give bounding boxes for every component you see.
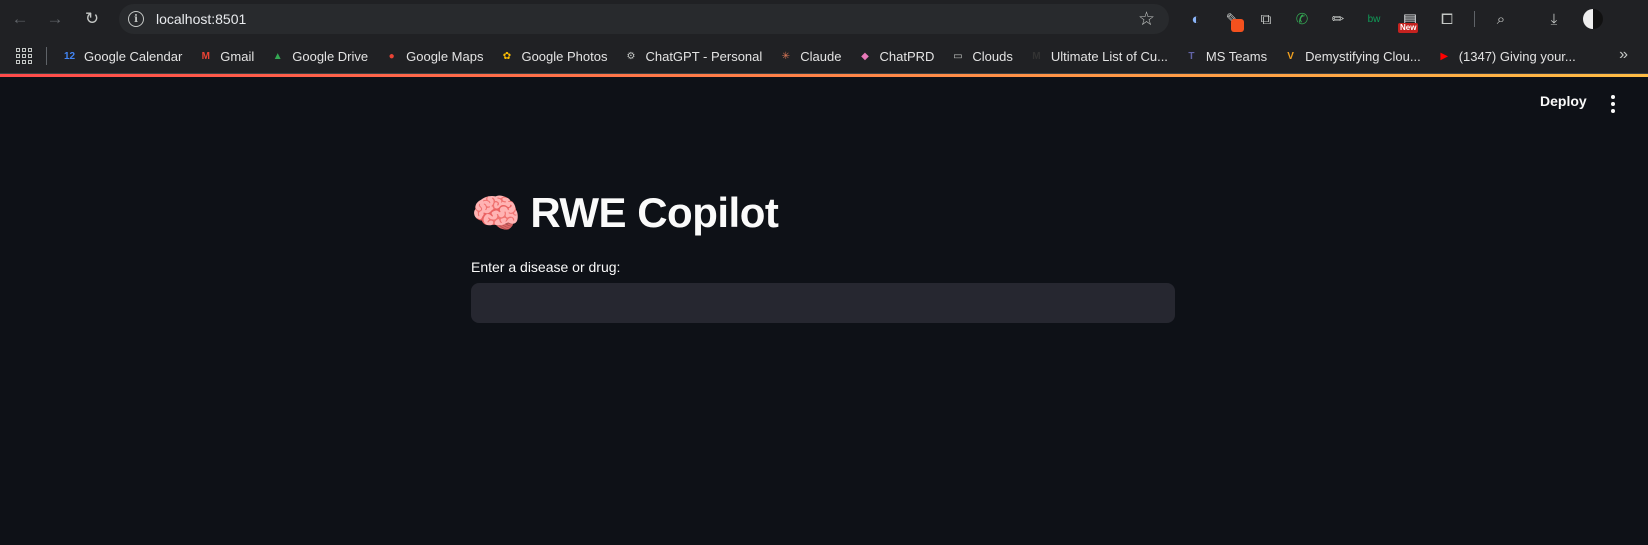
bookmark-item[interactable]: ⚙ ChatGPT - Personal: [623, 49, 762, 64]
gmail-icon: M: [201, 50, 210, 62]
bookmark-item[interactable]: T MS Teams: [1184, 49, 1267, 64]
screenshot-crop-icon[interactable]: ⧉: [1256, 9, 1276, 29]
brain-icon: 🧠: [471, 191, 521, 236]
phone-icon[interactable]: ✆: [1292, 9, 1312, 29]
bookmark-item[interactable]: ▲ Google Drive: [270, 49, 368, 64]
bookmark-item[interactable]: ◆ ChatPRD: [857, 49, 934, 64]
input-label: Enter a disease or drug:: [471, 259, 621, 275]
bookmark-item[interactable]: ▶ (1347) Giving your...: [1437, 48, 1576, 64]
extension-badge-icon: [1231, 19, 1244, 32]
bookmark-label: Gmail: [220, 48, 255, 64]
bookmark-item[interactable]: M Gmail: [198, 48, 255, 64]
bookmark-label: Clouds: [972, 48, 1013, 64]
page-title: 🧠 RWE Copilot: [471, 189, 1177, 237]
photos-icon: ✿: [502, 50, 512, 62]
bookmark-label: ChatPRD: [879, 48, 935, 64]
browser-toolbar: ← → ↻ i localhost:8501 ☆ ◐ ✎ ⧉ ✆ ✏ bw ▤ …: [0, 0, 1648, 38]
bookmark-label: Google Drive: [292, 48, 369, 64]
pencil-icon[interactable]: ✏: [1328, 9, 1348, 29]
disease-drug-input[interactable]: [471, 283, 1175, 323]
back-arrow-icon[interactable]: ←: [5, 4, 35, 34]
bookmarks-list: 12 Google Calendar M Gmail ▲ Google Drive ● Goo…: [62, 38, 1592, 74]
bw-extension-icon[interactable]: bw: [1364, 9, 1384, 29]
more-bookmarks-icon[interactable]: »: [1619, 46, 1628, 64]
chatgpt-icon: ⚙: [626, 50, 636, 62]
bookmark-label: Claude: [800, 48, 842, 64]
streamlit-app: Deploy 🧠 RWE Copilot Enter a disease or …: [0, 77, 1648, 545]
bookmark-item[interactable]: 12 Google Calendar: [62, 49, 182, 64]
tab-search-icon[interactable]: ⌕: [1491, 9, 1511, 29]
bookmarks-bar: 12 Google Calendar M Gmail ▲ Google Drive ● Goo…: [0, 38, 1648, 74]
new-badge: New: [1398, 23, 1419, 33]
reload-icon[interactable]: ↻: [77, 4, 107, 34]
bookmark-label: MS Teams: [1205, 48, 1268, 64]
toolbar-divider: [1474, 11, 1475, 27]
bookmark-star-icon[interactable]: ☆: [1138, 8, 1155, 31]
bookmark-label: Demystifying Clou...: [1305, 48, 1421, 64]
bookmark-item[interactable]: M Ultimate List of Cu...: [1029, 49, 1168, 64]
site-info-icon[interactable]: i: [128, 11, 144, 27]
folder-icon: ▭: [953, 50, 963, 62]
bookmark-item[interactable]: ● Google Maps: [384, 48, 484, 64]
claude-icon: ✳: [781, 50, 790, 62]
vercel-v-icon: V: [1287, 50, 1294, 62]
extensions-puzzle-icon[interactable]: ⧠: [1437, 9, 1457, 29]
bookmark-label: Google Calendar: [84, 48, 183, 64]
apps-grid-icon[interactable]: [16, 48, 32, 64]
bookmarks-divider: [46, 47, 47, 65]
url-text[interactable]: localhost:8501: [156, 11, 246, 27]
medium-icon: M: [1032, 50, 1041, 62]
bookmark-label: ChatGPT - Personal: [645, 48, 763, 64]
bookmark-label: Google Maps: [406, 48, 484, 64]
address-bar[interactable]: i localhost:8501 ☆: [119, 4, 1169, 34]
bookmark-item[interactable]: ▭ Clouds: [950, 48, 1013, 64]
main-menu-icon[interactable]: [1611, 95, 1615, 113]
youtube-icon: ▶: [1440, 50, 1449, 62]
drive-icon: ▲: [272, 50, 283, 62]
forward-arrow-icon[interactable]: →: [40, 4, 70, 34]
bookmark-label: Ultimate List of Cu...: [1050, 48, 1168, 64]
chatprd-icon: ◆: [861, 50, 869, 62]
bookmark-item[interactable]: V Demystifying Clou...: [1283, 48, 1421, 64]
bookmark-item[interactable]: ✳ Claude: [778, 48, 842, 64]
bookmark-label: (1347) Giving your...: [1458, 48, 1576, 64]
bookmark-item[interactable]: ✿ Google Photos: [499, 48, 608, 64]
teams-icon: T: [1188, 50, 1195, 62]
page-title-text: RWE Copilot: [530, 189, 779, 236]
download-icon[interactable]: ⤓: [1544, 9, 1564, 29]
main-content: 🧠 RWE Copilot Enter a disease or drug:: [471, 189, 1177, 323]
profile-avatar[interactable]: [1583, 9, 1603, 29]
bookmark-label: Google Photos: [521, 48, 608, 64]
maps-icon: ●: [388, 50, 395, 62]
deploy-button[interactable]: Deploy: [1540, 93, 1587, 109]
extension-globe-icon[interactable]: ◐: [1186, 9, 1206, 29]
calendar-icon: 12: [63, 50, 76, 62]
